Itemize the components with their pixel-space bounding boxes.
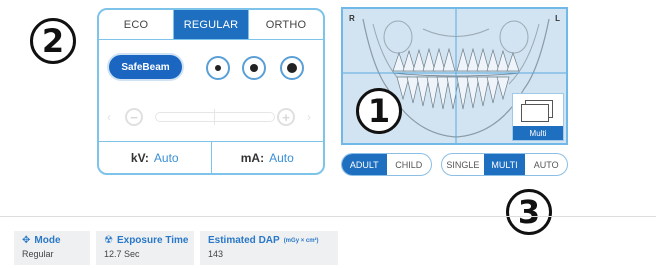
multi-image-thumbnail[interactable]: Multi (512, 93, 564, 141)
tab-ortho[interactable]: ORTHO (248, 10, 323, 39)
exposure-slider: ‹ − + › (107, 106, 317, 130)
radiation-high-icon[interactable] (280, 56, 304, 80)
multi-option[interactable]: MULTI (483, 154, 526, 175)
section-divider (0, 216, 656, 217)
kv-label: kV: (130, 150, 149, 165)
callout-2: 2 (30, 18, 76, 64)
radiation-icon: ☢ (104, 235, 113, 246)
move-icon: ✥ (22, 235, 31, 246)
mode-label: Mode (34, 235, 61, 246)
mode-status: ✥ Mode Regular (14, 231, 90, 265)
dap-label: Estimated DAP (208, 235, 280, 246)
tab-eco[interactable]: ECO (99, 10, 173, 39)
left-side-label: L (555, 14, 560, 23)
callout-3: 3 (506, 189, 552, 235)
ma-setting[interactable]: mA: Auto (210, 142, 324, 173)
thumbnail-label: Multi (513, 126, 563, 140)
adult-option[interactable]: ADULT (342, 154, 387, 175)
auto-option[interactable]: AUTO (525, 154, 567, 175)
single-option[interactable]: SINGLE (442, 154, 484, 175)
dap-value: 143 (208, 249, 224, 259)
dap-status: Estimated DAP (mGy × cm²) 143 (200, 231, 338, 265)
radiation-medium-icon[interactable] (242, 56, 266, 80)
plus-button[interactable]: + (277, 108, 295, 126)
exposure-mode-tabs: ECO REGULAR ORTHO (99, 10, 323, 40)
kv-setting[interactable]: kV: Auto (99, 142, 211, 173)
safebeam-button[interactable]: SafeBeam (109, 55, 182, 79)
ma-label: mA: (240, 150, 265, 165)
minus-button[interactable]: − (125, 108, 143, 126)
exposure-time-label: Exposure Time (116, 235, 189, 246)
tab-regular[interactable]: REGULAR (173, 10, 248, 39)
chevron-right-icon: › (307, 110, 311, 124)
exposure-values: kV: Auto mA: Auto (99, 141, 323, 173)
exposure-time-status: ☢ Exposure Time 12.7 Sec (96, 231, 194, 265)
callout-1: 1 (356, 88, 402, 134)
ma-value: Auto (269, 150, 294, 165)
radiation-low-icon[interactable] (206, 56, 230, 80)
chevron-left-icon: ‹ (107, 110, 111, 124)
exposure-time-value: 12.7 Sec (104, 249, 140, 259)
mode-value: Regular (22, 249, 54, 259)
right-side-label: R (349, 14, 355, 23)
exposure-panel: ECO REGULAR ORTHO SafeBeam ‹ − + › kV: A… (97, 8, 325, 175)
dap-unit: (mGy × cm²) (283, 237, 319, 244)
image-mode-toggle: SINGLE MULTI AUTO (441, 153, 568, 176)
child-option[interactable]: CHILD (387, 154, 432, 175)
patient-size-toggle: ADULT CHILD (341, 153, 432, 176)
kv-value: Auto (153, 150, 179, 165)
slider-track[interactable] (155, 109, 275, 125)
